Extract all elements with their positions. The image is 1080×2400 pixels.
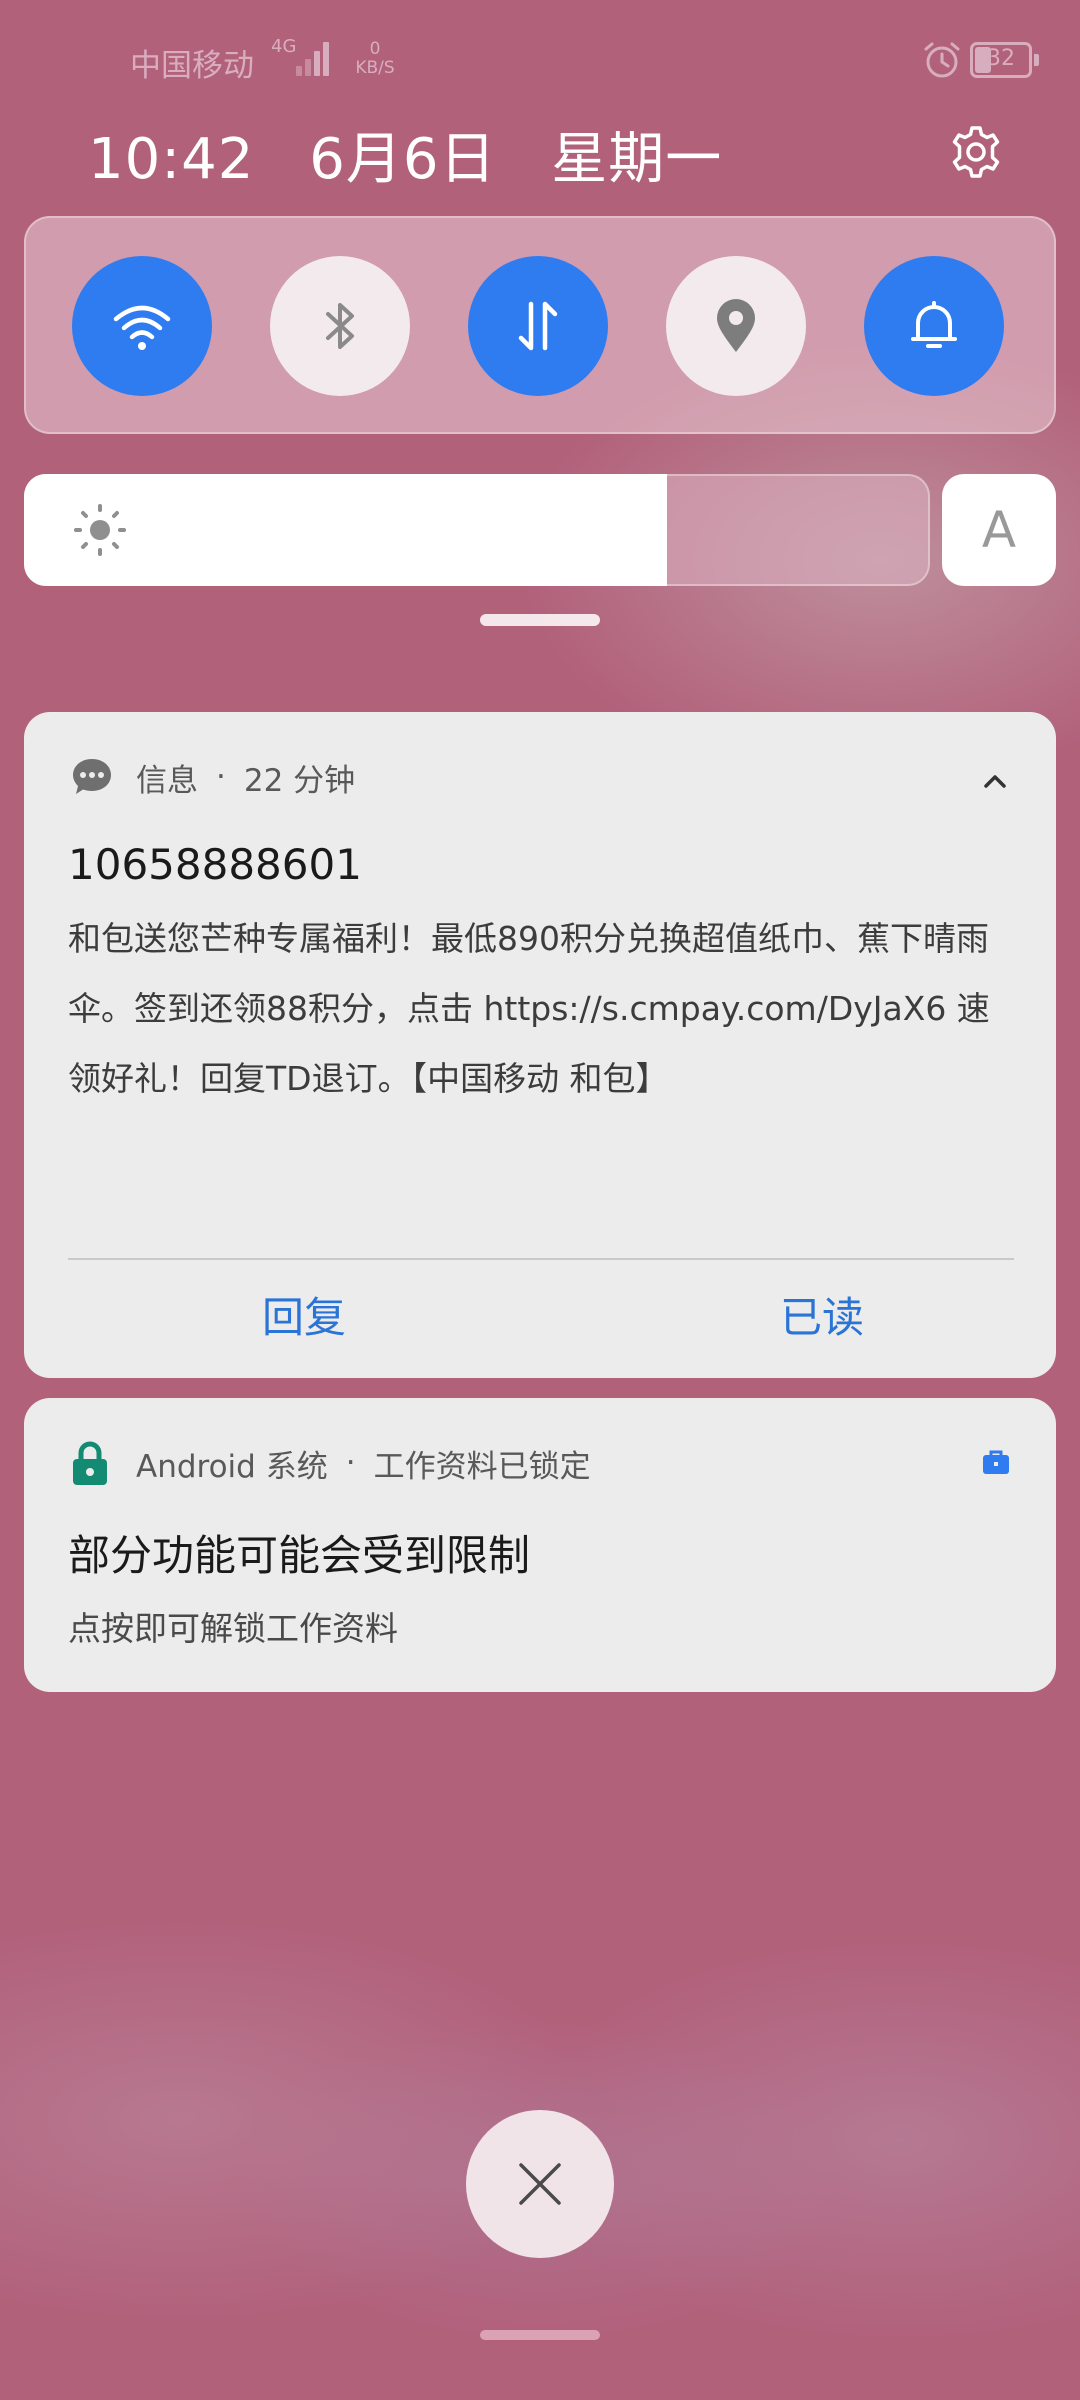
toggle-location[interactable]: [666, 256, 806, 396]
date-time: 10:42 6月6日 星期一: [88, 114, 758, 195]
home-indicator[interactable]: [480, 2330, 600, 2340]
notification-header: Android 系统 · 工作资料已锁定: [70, 1438, 591, 1488]
app-name: Android 系统: [136, 1448, 328, 1485]
briefcase-icon: [983, 1450, 1009, 1474]
notification-title: 部分功能可能会受到限制: [68, 1531, 531, 1580]
notification-text: 点按即可解锁工作资料: [68, 1609, 398, 1648]
network-speed-unit: KB/S: [355, 58, 395, 78]
date: 6月6日: [309, 127, 497, 192]
message-notification[interactable]: 信息 · 22 分钟 10658888601 和包送您芒种专属福利！最低890积…: [24, 712, 1056, 1378]
toggle-mobile-data[interactable]: [468, 256, 608, 396]
carrier-label: 中国移动: [130, 48, 254, 84]
toggle-bluetooth[interactable]: [270, 256, 410, 396]
sun-icon: [74, 504, 126, 556]
notification-time: 22 分钟: [243, 762, 356, 799]
quick-settings-panel: [24, 216, 1056, 434]
app-name: 信息: [136, 762, 198, 799]
network-speed: 0 KB/S: [350, 40, 400, 78]
auto-brightness-button[interactable]: A: [942, 474, 1056, 586]
bell-icon: [911, 301, 957, 348]
mark-read-button[interactable]: 已读: [722, 1278, 922, 1358]
panel-drag-handle[interactable]: [480, 614, 600, 626]
clock-time: 10:42: [88, 127, 255, 192]
lock-icon: [73, 1441, 107, 1485]
wifi-icon: [113, 305, 171, 350]
weekday: 星期一: [551, 127, 723, 192]
toggle-sound[interactable]: [864, 256, 1004, 396]
close-icon: [519, 2163, 561, 2205]
battery-level: 32: [987, 46, 1015, 71]
network-speed-value: 0: [369, 39, 381, 59]
bluetooth-icon: [326, 303, 354, 349]
signal-strength-icon: [296, 40, 332, 76]
clear-all-button[interactable]: [466, 2110, 614, 2258]
notification-subtitle: 工作资料已锁定: [373, 1448, 591, 1485]
chevron-up-icon[interactable]: [978, 768, 1012, 794]
toggle-wifi[interactable]: [72, 256, 212, 396]
reply-button[interactable]: 回复: [204, 1278, 404, 1358]
android-system-notification[interactable]: Android 系统 · 工作资料已锁定 部分功能可能会受到限制 点按即可解锁工…: [24, 1398, 1056, 1692]
battery-indicator: 32: [970, 42, 1039, 78]
network-type: 4G: [271, 36, 297, 57]
alarm-clock-icon: [924, 42, 960, 78]
separator-dot: ·: [345, 1445, 356, 1481]
message-bubble-icon: [73, 759, 111, 794]
separator-dot: ·: [216, 759, 226, 795]
notification-header: 信息 · 22 分钟: [70, 752, 355, 802]
gear-icon[interactable]: [946, 122, 1006, 182]
status-bar: 中国移动 4G 0 KB/S 32: [0, 30, 1080, 90]
data-transfer-icon: [518, 301, 558, 351]
brightness-slider[interactable]: [24, 474, 930, 586]
message-body: 和包送您芒种专属福利！最低890积分兑换超值纸巾、蕉下晴雨伞。签到还领88积分，…: [68, 919, 990, 1098]
message-sender: 10658888601: [68, 840, 362, 889]
location-pin-icon: [717, 299, 755, 352]
divider: [68, 1258, 1014, 1260]
